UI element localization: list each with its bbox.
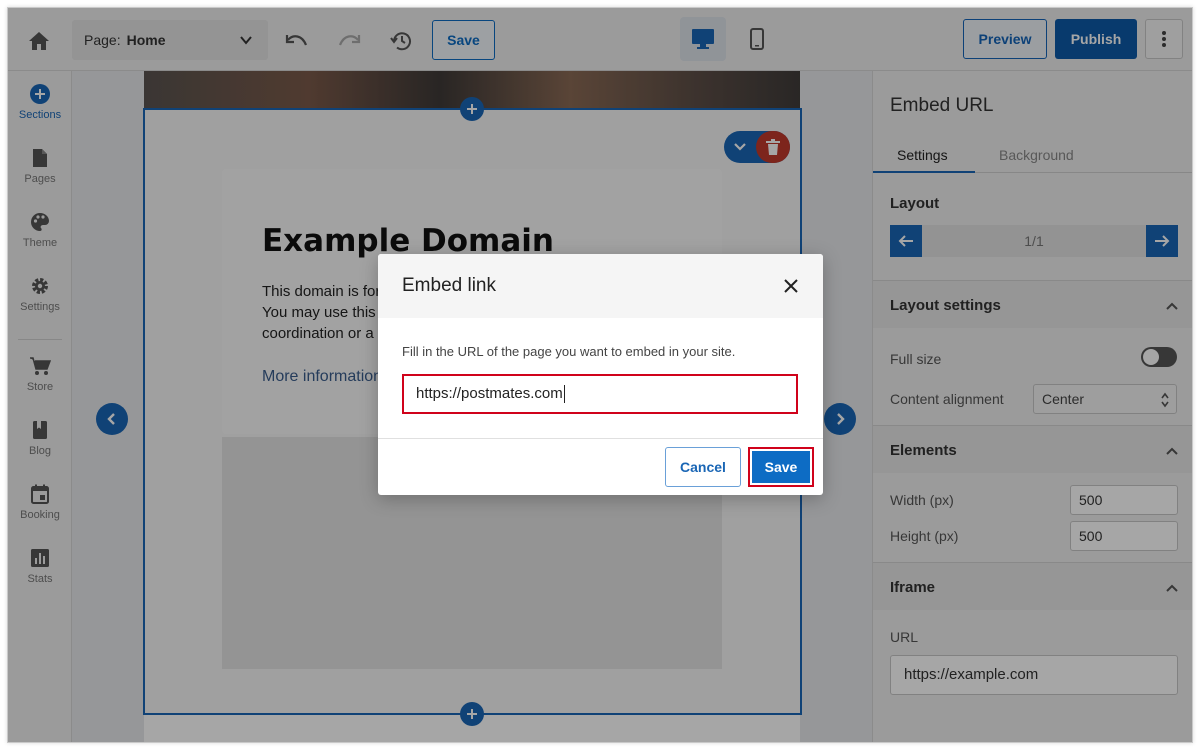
dialog-header: Embed link (378, 254, 823, 318)
embed-url-input[interactable]: https://postmates.com (402, 374, 798, 414)
app-window: Page: Home Save Preview Publish Sections… (7, 7, 1193, 743)
dialog-save-button[interactable]: Save (748, 447, 814, 487)
embed-url-value: https://postmates.com (416, 385, 563, 402)
dialog-title: Embed link (402, 275, 496, 296)
cancel-button[interactable]: Cancel (665, 447, 741, 487)
close-icon[interactable] (781, 276, 801, 296)
dialog-divider (378, 438, 823, 439)
dialog-instruction: Fill in the URL of the page you want to … (402, 344, 736, 359)
embed-link-dialog: Embed link Fill in the URL of the page y… (378, 254, 823, 495)
text-caret (563, 385, 565, 404)
